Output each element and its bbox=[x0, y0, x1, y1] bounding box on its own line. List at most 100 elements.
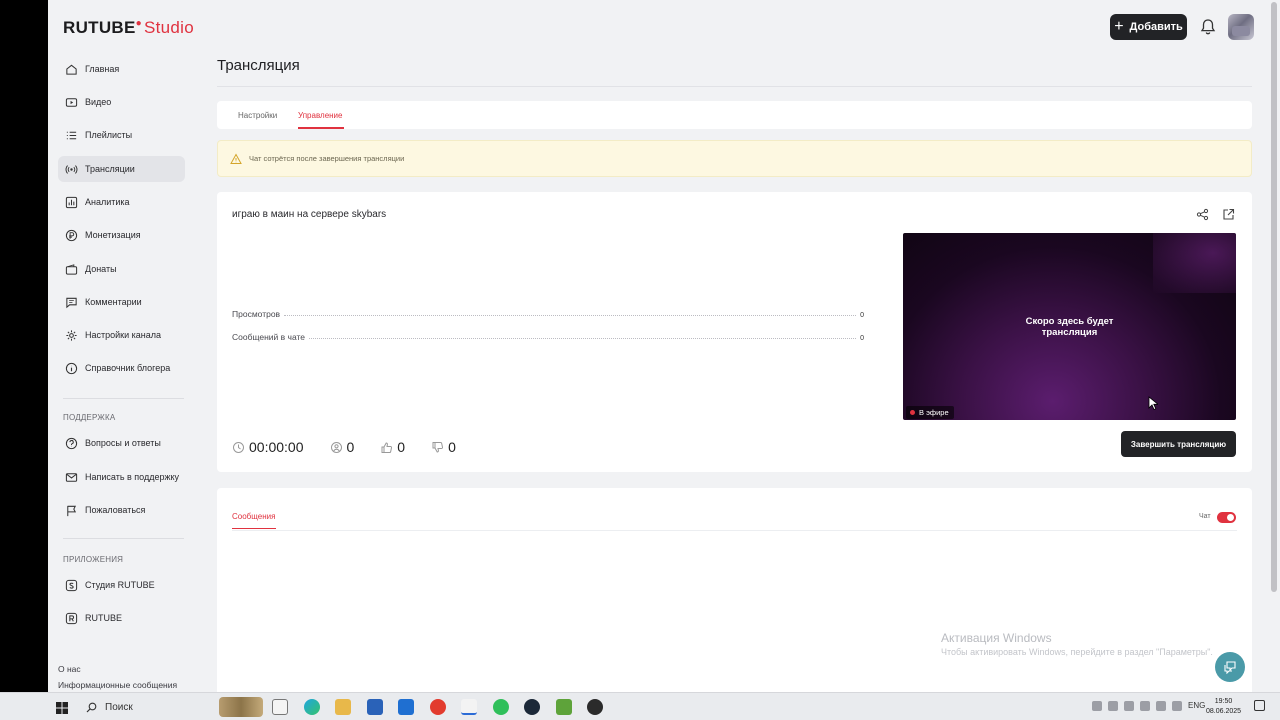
likes-stat: 0 bbox=[380, 439, 405, 455]
end-stream-button[interactable]: Завершить трансляцию bbox=[1121, 431, 1236, 457]
stat-chat-messages-value: 0 bbox=[860, 335, 864, 342]
thumbs-down-icon bbox=[432, 441, 444, 453]
sidebar-divider bbox=[63, 538, 184, 539]
logo-sub-text: Studio bbox=[143, 18, 194, 37]
sidebar-item-video[interactable]: Видео bbox=[58, 89, 185, 115]
taskbar-search[interactable]: Поиск bbox=[78, 697, 263, 717]
windows-taskbar: Поиск ENG 19:50 08.06.2025 bbox=[0, 692, 1280, 720]
stream-preview-player[interactable]: Скоро здесь будет трансляция В эфире bbox=[903, 233, 1236, 420]
support-section-title: ПОДДЕРЖКА bbox=[63, 413, 116, 422]
apps-section-title: ПРИЛОЖЕНИЯ bbox=[63, 555, 124, 564]
sidebar-item-home[interactable]: Главная bbox=[58, 56, 185, 82]
add-button[interactable]: + Добавить bbox=[1110, 14, 1187, 40]
sidebar-item-blogger-guide[interactable]: Справочник блогера bbox=[58, 355, 185, 381]
sidebar-item-report[interactable]: Пожаловаться bbox=[58, 497, 185, 523]
support-chat-button[interactable] bbox=[1215, 652, 1245, 682]
sidebar-item-faq[interactable]: Вопросы и ответы bbox=[58, 430, 185, 456]
sidebar-item-label: Аналитика bbox=[85, 197, 130, 207]
minecraft-icon[interactable] bbox=[556, 699, 572, 715]
notification-center-icon[interactable] bbox=[1254, 700, 1265, 711]
flag-icon bbox=[63, 502, 79, 518]
sidebar-item-rutube-app[interactable]: RUTUBE bbox=[58, 605, 185, 631]
chat-divider bbox=[232, 530, 1237, 531]
sidebar-item-monetization[interactable]: Монетизация bbox=[58, 222, 185, 248]
edge-icon[interactable] bbox=[304, 699, 320, 715]
sidebar-item-playlists[interactable]: Плейлисты bbox=[58, 122, 185, 148]
whatsapp-icon[interactable] bbox=[493, 699, 509, 715]
clock-time: 19:50 bbox=[1214, 698, 1233, 705]
rutube-studio-logo[interactable]: RUTUBE● Studio bbox=[63, 18, 194, 38]
mouse-cursor-icon bbox=[1148, 396, 1160, 411]
sidebar-item-label: Главная bbox=[85, 64, 120, 74]
tab-settings[interactable]: Настройки bbox=[238, 111, 277, 120]
plus-icon: + bbox=[1114, 18, 1124, 35]
sidebar-item-studio-app[interactable]: Студия RUTUBE bbox=[58, 572, 185, 598]
active-tab-indicator bbox=[232, 528, 276, 529]
yandex-browser-icon[interactable] bbox=[430, 699, 446, 715]
file-explorer-icon[interactable] bbox=[335, 699, 351, 715]
sidebar-item-analytics[interactable]: Аналитика bbox=[58, 189, 185, 215]
tray-printer-icon[interactable] bbox=[1140, 701, 1150, 711]
task-view-icon[interactable] bbox=[272, 699, 288, 715]
studio-window: RUTUBE● Studio + Добавить Главная Видео П… bbox=[48, 0, 1280, 692]
sidebar-item-donations[interactable]: Донаты bbox=[58, 256, 185, 282]
outlook-icon[interactable] bbox=[398, 699, 414, 715]
timer-stat: 00:00:00 bbox=[232, 439, 304, 455]
sidebar-item-channel-settings[interactable]: Настройки канала bbox=[58, 322, 185, 348]
active-tab-indicator bbox=[298, 127, 344, 129]
windows-start-icon[interactable] bbox=[56, 701, 68, 714]
stat-chat-messages-label: Сообщений в чате bbox=[232, 332, 306, 342]
viewers-icon bbox=[330, 441, 342, 453]
language-indicator[interactable]: ENG bbox=[1188, 701, 1205, 711]
rutube-app-icon bbox=[63, 610, 79, 626]
sidebar-item-write-support[interactable]: Написать в поддержку bbox=[58, 464, 185, 490]
live-dot-icon bbox=[910, 410, 915, 415]
tray-network-icon[interactable] bbox=[1156, 701, 1166, 711]
clock-date: 08.06.2025 bbox=[1206, 708, 1242, 715]
player-glow bbox=[1153, 233, 1236, 293]
tray-app-icon[interactable] bbox=[1108, 701, 1118, 711]
warning-icon bbox=[230, 152, 242, 165]
page-scrollbar[interactable] bbox=[1269, 0, 1280, 692]
search-highlight-image bbox=[219, 697, 263, 717]
share-icon[interactable] bbox=[1196, 208, 1209, 221]
stat-views-value: 0 bbox=[860, 312, 864, 319]
about-link[interactable]: О нас bbox=[58, 664, 81, 674]
dislikes-value: 0 bbox=[448, 439, 456, 455]
tray-cloud-icon[interactable] bbox=[1124, 701, 1134, 711]
sidebar-item-comments[interactable]: Комментарии bbox=[58, 289, 185, 315]
studio-app-icon bbox=[63, 577, 79, 593]
avatar[interactable] bbox=[1228, 14, 1254, 40]
chat-bubble-icon bbox=[1224, 661, 1236, 674]
store-icon[interactable] bbox=[367, 699, 383, 715]
video-icon bbox=[63, 94, 79, 110]
tabs-bar: Настройки Управление bbox=[217, 101, 1252, 129]
bell-icon[interactable] bbox=[1198, 17, 1218, 37]
tray-volume-icon[interactable] bbox=[1172, 701, 1182, 711]
sidebar-item-label: Трансляции bbox=[85, 164, 135, 174]
question-icon bbox=[63, 435, 79, 451]
sidebar-item-label: Настройки канала bbox=[85, 330, 162, 340]
logo-dot: ● bbox=[135, 18, 142, 29]
tab-messages[interactable]: Сообщения bbox=[232, 512, 275, 521]
obs-icon[interactable] bbox=[587, 699, 603, 715]
yandex-icon[interactable] bbox=[461, 699, 477, 715]
info-messages-link[interactable]: Информационные сообщения bbox=[58, 680, 177, 690]
tray-chevron-icon[interactable] bbox=[1092, 701, 1102, 711]
steam-icon[interactable] bbox=[524, 699, 540, 715]
broadcast-icon bbox=[63, 161, 79, 177]
dislikes-stat: 0 bbox=[431, 439, 456, 455]
title-divider bbox=[217, 86, 1252, 87]
stream-card: играю в маин на сервере skybars Просмотр… bbox=[217, 192, 1252, 472]
live-counters: 00:00:00 0 0 0 bbox=[232, 439, 482, 455]
chat-card: Сообщения Чат bbox=[217, 488, 1252, 692]
taskbar-clock[interactable]: 19:50 08.06.2025 bbox=[1206, 697, 1241, 717]
chat-toggle[interactable] bbox=[1217, 512, 1236, 523]
scrollbar-thumb[interactable] bbox=[1271, 2, 1277, 592]
sidebar-item-broadcasts[interactable]: Трансляции bbox=[58, 156, 185, 182]
analytics-icon bbox=[63, 194, 79, 210]
sidebar-item-label: Вопросы и ответы bbox=[85, 438, 161, 448]
tab-management[interactable]: Управление bbox=[298, 111, 342, 120]
external-link-icon[interactable] bbox=[1222, 208, 1235, 221]
likes-value: 0 bbox=[397, 439, 406, 455]
